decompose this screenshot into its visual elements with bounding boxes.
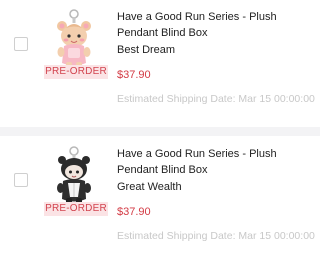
item-select-checkbox[interactable] [14, 173, 28, 187]
pre-order-badge: PRE-ORDER [44, 65, 108, 79]
item-divider [0, 127, 320, 136]
estimated-shipping-date: Estimated Shipping Date: Mar 15 00:00:00 [117, 93, 315, 105]
item-select-checkbox[interactable] [14, 37, 28, 51]
product-variant: Best Dream [117, 44, 176, 56]
product-title[interactable]: Have a Good Run Series - Plush Pendant B… [117, 9, 317, 41]
pre-order-badge: PRE-ORDER [44, 202, 108, 216]
cart-list: PRE-ORDER Have a Good Run Series - Plush… [0, 0, 320, 267]
cart-item[interactable]: PRE-ORDER Have a Good Run Series - Plush… [0, 0, 320, 125]
product-price: $37.90 [117, 69, 151, 81]
cart-item[interactable]: PRE-ORDER Have a Good Run Series - Plush… [0, 137, 320, 267]
product-variant: Great Wealth [117, 181, 182, 193]
estimated-shipping-date: Estimated Shipping Date: Mar 15 00:00:00 [117, 230, 315, 242]
product-price: $37.90 [117, 206, 151, 218]
product-title[interactable]: Have a Good Run Series - Plush Pendant B… [117, 146, 317, 178]
